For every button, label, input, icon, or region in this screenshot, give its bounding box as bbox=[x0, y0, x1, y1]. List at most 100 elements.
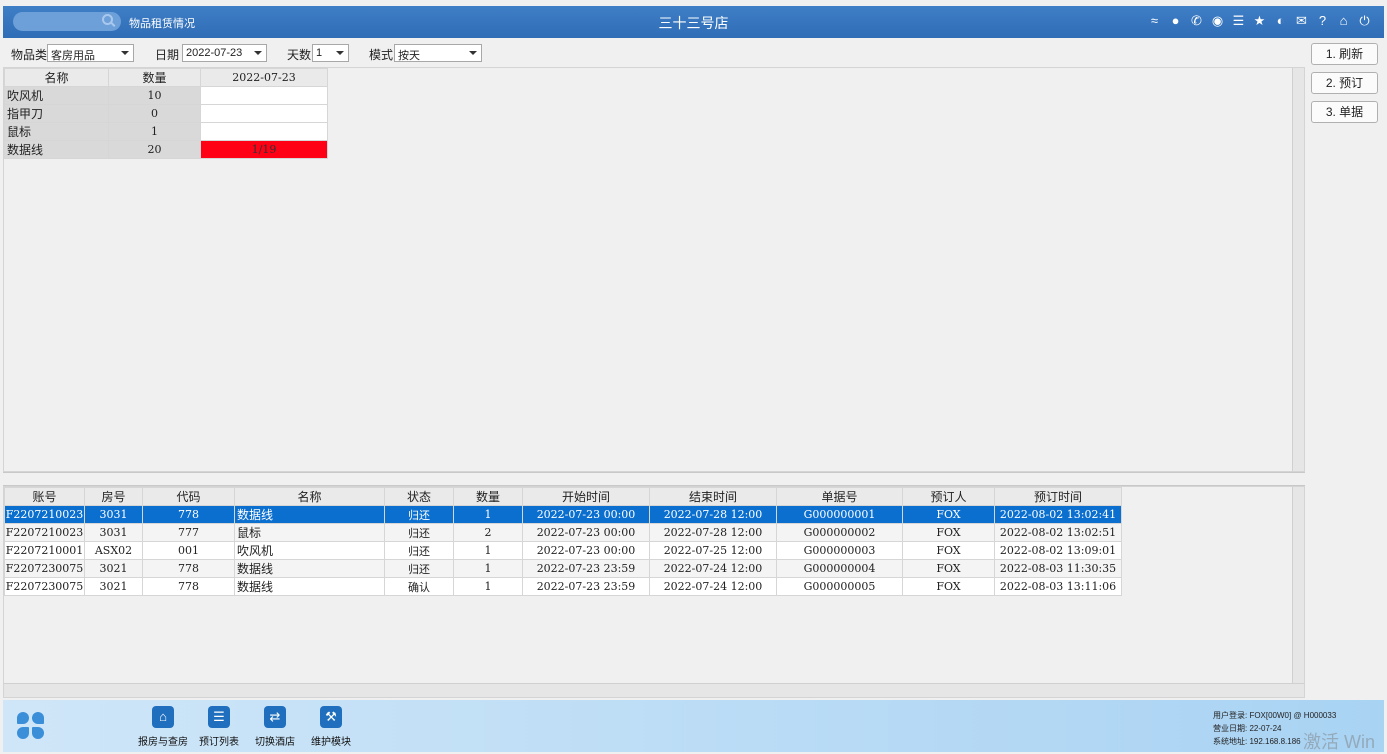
room-cell: 3031 bbox=[84, 505, 143, 524]
home-icon[interactable]: ⌂ bbox=[1336, 13, 1351, 28]
menu-icon[interactable]: ☰ bbox=[1231, 13, 1246, 28]
summary-table: 名称 数量 2022-07-23 吹风机 10 指甲刀 0 鼠标 1 数据线 2… bbox=[4, 68, 328, 159]
item-name-cell: 指甲刀 bbox=[4, 104, 109, 123]
mail-icon[interactable]: ✉ bbox=[1294, 13, 1309, 28]
column-header[interactable]: 预订时间 bbox=[994, 487, 1122, 506]
day-cell-booked[interactable]: 1/19 bbox=[200, 140, 328, 159]
switch-hotel-label: 切换酒店 bbox=[255, 737, 295, 748]
power-icon[interactable]: ⏻ bbox=[1357, 13, 1372, 28]
start-time-cell: 2022-07-23 00:00 bbox=[522, 541, 650, 560]
refresh-button[interactable]: 1. 刷新 bbox=[1311, 43, 1378, 65]
days-select[interactable]: 1 bbox=[312, 44, 349, 62]
column-header[interactable]: 单据号 bbox=[776, 487, 903, 506]
date-value: 2022-07-23 bbox=[186, 47, 243, 59]
filter-bar: 物品类 客房用品 日期 2022-07-23 天数 1 模式 按天 bbox=[3, 42, 1305, 66]
code-cell: 778 bbox=[142, 577, 235, 596]
account-cell: F2207210001 bbox=[4, 541, 85, 560]
phone-icon[interactable]: ✆ bbox=[1189, 13, 1204, 28]
status-cell: 归还 bbox=[384, 523, 454, 542]
column-header[interactable]: 状态 bbox=[384, 487, 454, 506]
app-window: 物品租赁情况 三十三号店 ≈ ● ✆ ◉ ☰ ★ ◐ ✉ ? ⌂ ⏻ 物品类 客… bbox=[0, 0, 1387, 754]
house-icon: ⌂ bbox=[152, 706, 174, 728]
start-time-cell: 2022-07-23 23:59 bbox=[522, 559, 650, 578]
column-header[interactable]: 2022-07-23 bbox=[200, 68, 328, 87]
end-time-cell: 2022-07-28 12:00 bbox=[649, 505, 777, 524]
qty-cell: 1 bbox=[453, 505, 523, 524]
booking-time-cell: 2022-08-03 13:11:06 bbox=[994, 577, 1122, 596]
column-header[interactable]: 名称 bbox=[234, 487, 385, 506]
start-time-cell: 2022-07-23 23:59 bbox=[522, 577, 650, 596]
day-cell[interactable] bbox=[200, 104, 328, 123]
start-time-cell: 2022-07-23 00:00 bbox=[522, 505, 650, 524]
column-header[interactable]: 开始时间 bbox=[522, 487, 650, 506]
mode-label: 模式 bbox=[369, 48, 394, 62]
booking-time-cell: 2022-08-02 13:09:01 bbox=[994, 541, 1122, 560]
start-time-cell: 2022-07-23 00:00 bbox=[522, 523, 650, 542]
status-cell: 归还 bbox=[384, 505, 454, 524]
table-row-selected[interactable]: F2207210023 3031 778 数据线 归还 1 2022-07-23… bbox=[4, 505, 1122, 524]
day-cell[interactable] bbox=[200, 122, 328, 141]
maintenance-button[interactable]: ⚒ 维护模块 bbox=[305, 706, 357, 748]
date-select[interactable]: 2022-07-23 bbox=[182, 44, 267, 62]
column-header[interactable]: 名称 bbox=[4, 68, 109, 87]
qty-cell: 1 bbox=[453, 577, 523, 596]
booker-cell: FOX bbox=[902, 505, 995, 524]
table-row[interactable]: F2207210001 ASX02 001 吹风机 归还 1 2022-07-2… bbox=[4, 541, 1122, 560]
booking-list-button[interactable]: ☰ 预订列表 bbox=[193, 706, 245, 748]
name-cell: 数据线 bbox=[234, 505, 385, 524]
detail-table: 账号 房号 代码 名称 状态 数量 开始时间 结束时间 单据号 预订人 预订时间… bbox=[4, 487, 1122, 596]
mode-value: 按天 bbox=[398, 50, 420, 62]
chevron-down-icon bbox=[336, 51, 344, 55]
end-time-cell: 2022-07-24 12:00 bbox=[649, 559, 777, 578]
contrast-icon[interactable]: ◐ bbox=[1273, 13, 1288, 28]
horizontal-scrollbar[interactable] bbox=[4, 683, 1304, 697]
documents-button[interactable]: 3. 单据 bbox=[1311, 101, 1378, 123]
chevron-down-icon bbox=[254, 51, 262, 55]
vertical-scrollbar[interactable] bbox=[1292, 487, 1304, 683]
mode-select[interactable]: 按天 bbox=[394, 44, 482, 62]
code-cell: 778 bbox=[142, 505, 235, 524]
column-header[interactable]: 房号 bbox=[84, 487, 143, 506]
doc-no-cell: G000000001 bbox=[776, 505, 903, 524]
table-row[interactable]: F2207230075 3021 778 数据线 确认 1 2022-07-23… bbox=[4, 577, 1122, 596]
chevron-down-icon bbox=[121, 51, 129, 55]
table-row[interactable]: 数据线 20 1/19 bbox=[4, 140, 328, 159]
column-header[interactable]: 账号 bbox=[4, 487, 85, 506]
help-icon[interactable]: ? bbox=[1315, 13, 1330, 28]
qty-cell: 1 bbox=[453, 541, 523, 560]
column-header[interactable]: 结束时间 bbox=[649, 487, 777, 506]
column-header[interactable]: 代码 bbox=[142, 487, 235, 506]
item-qty-cell: 20 bbox=[108, 140, 201, 159]
column-header[interactable]: 预订人 bbox=[902, 487, 995, 506]
status-cell: 确认 bbox=[384, 577, 454, 596]
chat-icon[interactable]: ● bbox=[1168, 13, 1183, 28]
room-cell: 3021 bbox=[84, 559, 143, 578]
end-time-cell: 2022-07-28 12:00 bbox=[649, 523, 777, 542]
category-select[interactable]: 客房用品 bbox=[47, 44, 134, 62]
code-cell: 001 bbox=[142, 541, 235, 560]
column-header[interactable]: 数量 bbox=[453, 487, 523, 506]
category-value: 客房用品 bbox=[51, 50, 95, 62]
room-check-button[interactable]: ⌂ 报房与查房 bbox=[137, 706, 189, 748]
table-row[interactable]: F2207210023 3031 777 鼠标 归还 2 2022-07-23 … bbox=[4, 523, 1122, 542]
title-bar: 物品租赁情况 三十三号店 ≈ ● ✆ ◉ ☰ ★ ◐ ✉ ? ⌂ ⏻ bbox=[3, 6, 1384, 38]
table-row[interactable]: 指甲刀 0 bbox=[4, 104, 328, 123]
day-cell[interactable] bbox=[200, 86, 328, 105]
splitter[interactable] bbox=[3, 472, 1305, 486]
table-row[interactable]: F2207230075 3021 778 数据线 归还 1 2022-07-23… bbox=[4, 559, 1122, 578]
table-row[interactable]: 吹风机 10 bbox=[4, 86, 328, 105]
vertical-scrollbar[interactable] bbox=[1292, 68, 1304, 471]
account-cell: F2207230075 bbox=[4, 559, 85, 578]
palette-icon[interactable]: ◉ bbox=[1210, 13, 1225, 28]
column-header[interactable]: 数量 bbox=[108, 68, 201, 87]
user-login-text: 用户登录: FOX[00W0] @ H000033 bbox=[1213, 711, 1337, 720]
table-row[interactable]: 鼠标 1 bbox=[4, 122, 328, 141]
reserve-button[interactable]: 2. 预订 bbox=[1311, 72, 1378, 94]
switch-hotel-button[interactable]: ⇄ 切换酒店 bbox=[249, 706, 301, 748]
star-icon[interactable]: ★ bbox=[1252, 13, 1267, 28]
item-name-cell: 数据线 bbox=[4, 140, 109, 159]
wifi-icon[interactable]: ≈ bbox=[1147, 13, 1162, 28]
name-cell: 数据线 bbox=[234, 559, 385, 578]
app-logo-icon[interactable] bbox=[17, 712, 45, 740]
name-cell: 吹风机 bbox=[234, 541, 385, 560]
